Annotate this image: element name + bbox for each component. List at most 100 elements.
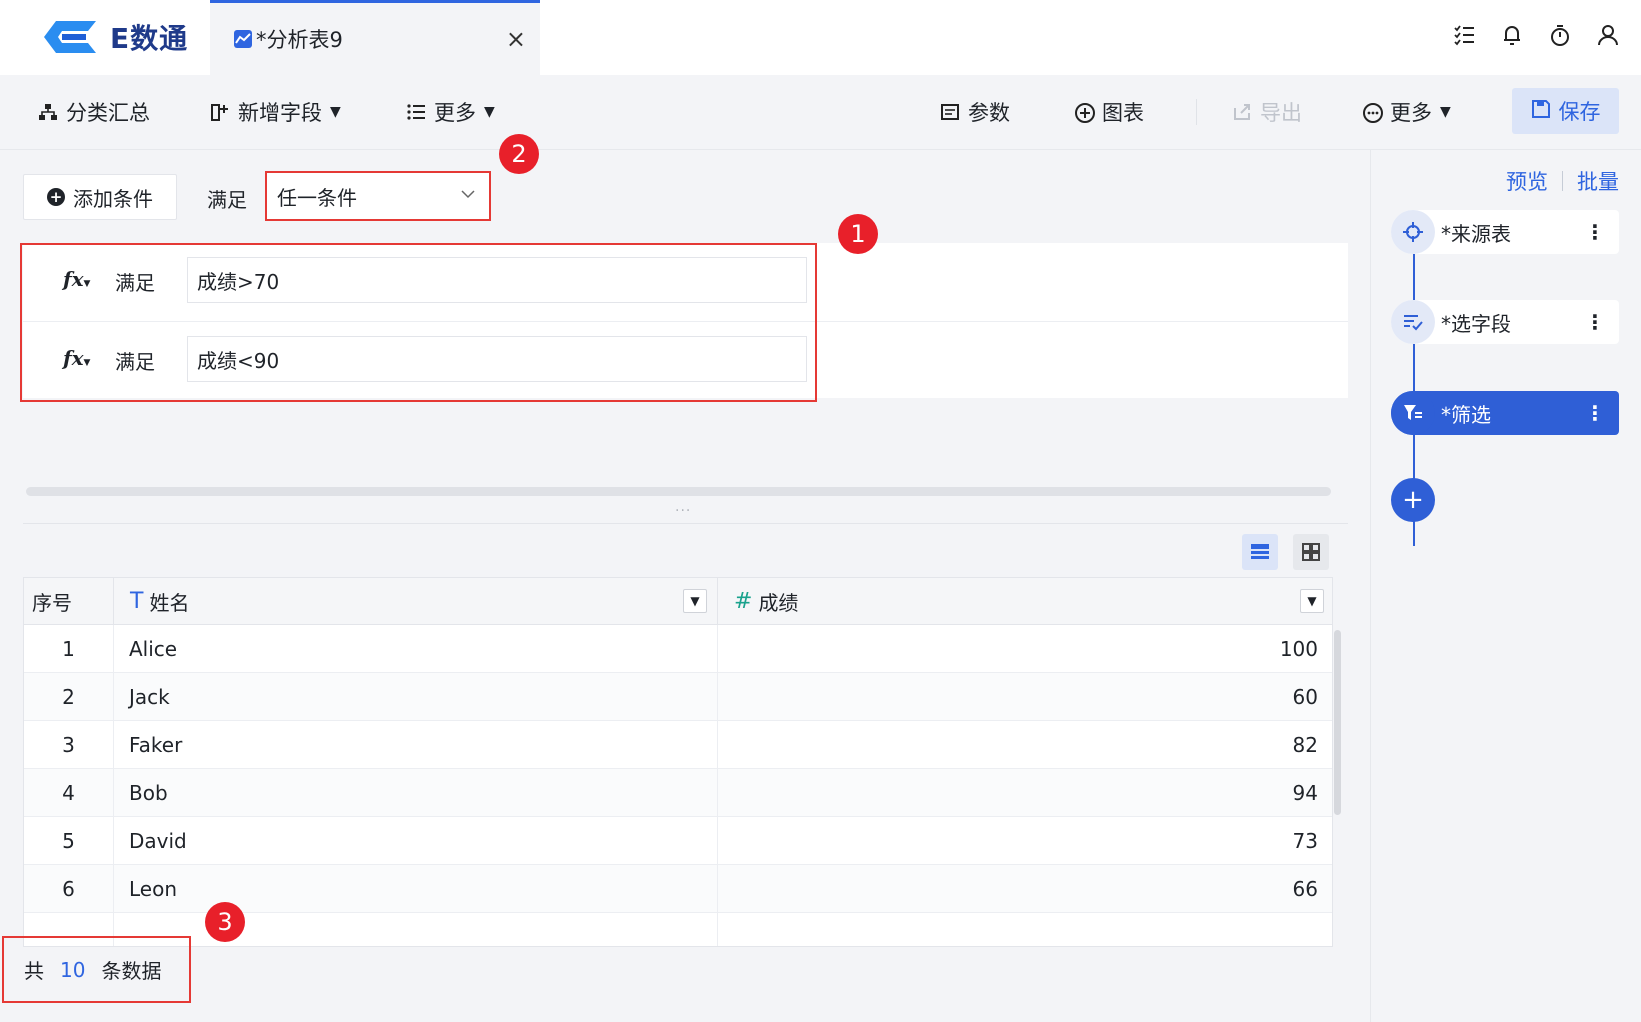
more-left-button[interactable]: 更多 ▼: [406, 95, 495, 129]
condition-mode-select[interactable]: 任一条件: [265, 171, 491, 221]
column-header-label: 序号: [32, 591, 72, 615]
close-icon[interactable]: ×: [506, 25, 526, 53]
grid-view-icon: [1302, 543, 1320, 561]
grid-view-button[interactable]: [1293, 534, 1329, 570]
logo-mark-icon: [44, 21, 96, 53]
chevron-down-icon: [461, 190, 475, 199]
params-button[interactable]: 参数: [940, 95, 1010, 129]
column-dropdown-icon[interactable]: ▼: [683, 589, 707, 613]
column-header-score[interactable]: # 成绩 ▼: [718, 578, 1332, 625]
cell-name: Jack: [114, 673, 718, 721]
caret-down-icon: ▼: [1440, 104, 1451, 120]
params-label: 参数: [968, 101, 1010, 125]
number-type-icon: #: [734, 589, 753, 614]
annotation-badge-3: 3: [205, 902, 245, 942]
add-node-button[interactable]: +: [1391, 478, 1435, 522]
top-bar: E数通 *分析表9 ×: [0, 0, 1641, 75]
condition-mode-value: 任一条件: [277, 185, 357, 210]
user-icon[interactable]: [1597, 22, 1619, 48]
cell-score: 66: [1292, 877, 1318, 901]
data-table: 序号 T 姓名 ▼ # 成绩 ▼ 1 Alice 100 2 Jack 60 3…: [23, 577, 1333, 947]
column-header-index: 序号: [24, 578, 114, 625]
save-button[interactable]: 保存: [1512, 88, 1619, 134]
horizontal-scrollbar[interactable]: [26, 487, 1331, 496]
cell-index: 4: [24, 769, 114, 817]
toolbar: 分类汇总 新增字段 ▼ 更多 ▼ 参数 图表 导出 更多 ▼ 保存: [0, 75, 1641, 150]
plus-circle-icon: +: [47, 188, 65, 206]
table-header: 序号 T 姓名 ▼ # 成绩 ▼: [24, 578, 1332, 625]
flow-node-filter[interactable]: *筛选 ⋮: [1391, 391, 1619, 435]
more-right-label: 更多: [1390, 101, 1432, 125]
list-icon: [406, 102, 426, 122]
table-row[interactable]: 5 David 73: [24, 817, 1332, 865]
save-label: 保存: [1558, 100, 1601, 124]
table-row[interactable]: 3 Faker 82: [24, 721, 1332, 769]
kebab-menu-icon[interactable]: ⋮: [1585, 310, 1605, 334]
cell-score: 73: [1292, 829, 1318, 853]
caret-down-icon: ▼: [484, 104, 495, 120]
more-left-label: 更多: [434, 101, 476, 125]
add-column-icon: [210, 102, 230, 122]
column-dropdown-icon[interactable]: ▼: [1300, 589, 1324, 613]
chart-label: 图表: [1102, 101, 1144, 125]
column-header-name[interactable]: T 姓名 ▼: [114, 578, 718, 625]
more-right-button[interactable]: 更多 ▼: [1362, 95, 1451, 129]
app-logo: E数通: [38, 14, 188, 60]
table-row[interactable]: 4 Bob 94: [24, 769, 1332, 817]
annotation-badge-2: 2: [499, 134, 539, 174]
chart-button[interactable]: 图表: [1074, 95, 1144, 129]
cell-name: Bob: [114, 769, 718, 817]
cell-score: 60: [1292, 685, 1318, 709]
table-body: 1 Alice 100 2 Jack 60 3 Faker 82 4 Bob 9…: [24, 625, 1332, 946]
panel-links: 预览 批量: [1506, 166, 1619, 196]
chart-tab-icon: [234, 30, 252, 48]
satisfy-label: 满足: [207, 188, 247, 212]
column-header-label: 成绩: [758, 591, 799, 615]
flow-panel: 预览 批量 *来源表 ⋮ *选字段 ⋮ *筛选 ⋮ +: [1370, 150, 1641, 1022]
cell-index: 5: [24, 817, 114, 865]
timer-icon[interactable]: [1549, 22, 1571, 48]
cell-score: 94: [1292, 781, 1318, 805]
top-right-icons: [1453, 22, 1619, 48]
export-button[interactable]: 导出: [1232, 95, 1302, 129]
node-label: *选字段: [1441, 311, 1511, 336]
node-label: *来源表: [1441, 221, 1511, 246]
cell-score: 100: [1279, 637, 1318, 661]
kebab-menu-icon[interactable]: ⋮: [1585, 220, 1605, 244]
count-prefix: 共: [24, 959, 44, 983]
cell-name: Faker: [114, 721, 718, 769]
resize-handle[interactable]: ···: [675, 503, 691, 519]
add-field-label: 新增字段: [238, 101, 322, 125]
flow-node-select-fields[interactable]: *选字段 ⋮: [1391, 300, 1619, 344]
count-number: 10: [60, 957, 86, 982]
batch-link[interactable]: 批量: [1577, 166, 1619, 196]
export-icon: [1232, 102, 1252, 122]
add-field-button[interactable]: 新增字段 ▼: [210, 95, 341, 129]
table-row[interactable]: 2 Jack 60: [24, 673, 1332, 721]
kebab-menu-icon[interactable]: ⋮: [1585, 401, 1605, 425]
cell-index: 6: [24, 865, 114, 913]
add-condition-button[interactable]: + 添加条件: [23, 174, 177, 220]
vertical-scrollbar[interactable]: [1334, 630, 1341, 815]
highlight-conditions: [20, 243, 817, 402]
flow-node-source[interactable]: *来源表 ⋮: [1391, 210, 1619, 254]
table-row[interactable]: 1 Alice 100: [24, 625, 1332, 673]
filter-icon: [1391, 391, 1435, 435]
cell-index: 2: [24, 673, 114, 721]
add-condition-label: 添加条件: [73, 186, 153, 211]
crosshair-icon: [1391, 210, 1435, 254]
preview-link[interactable]: 预览: [1506, 166, 1548, 196]
more-circle-icon: [1362, 102, 1383, 123]
task-list-icon[interactable]: [1453, 22, 1475, 48]
toolbar-divider: [1196, 99, 1197, 125]
tab-analysis-sheet[interactable]: *分析表9 ×: [210, 0, 540, 75]
export-label: 导出: [1260, 101, 1302, 125]
save-icon: [1531, 99, 1551, 124]
link-divider: [1562, 171, 1563, 191]
record-count: 共 10 条数据: [2, 936, 191, 1003]
cell-index: 3: [24, 721, 114, 769]
list-view-button[interactable]: [1242, 534, 1278, 570]
bell-icon[interactable]: [1501, 22, 1523, 48]
category-summary-button[interactable]: 分类汇总: [38, 95, 150, 129]
cell-name: David: [114, 817, 718, 865]
